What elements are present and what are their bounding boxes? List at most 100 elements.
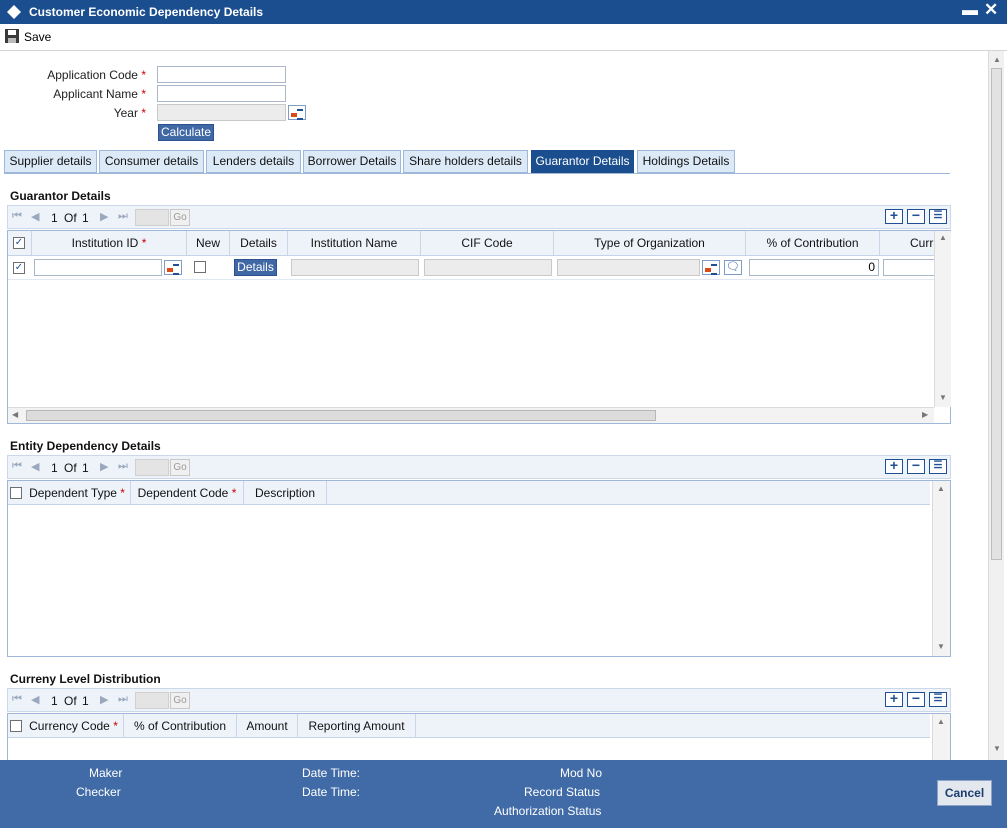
year-label: Year * xyxy=(113,106,146,120)
entity-vertical-scrollbar[interactable]: ▲ ▼ xyxy=(932,481,950,656)
pager-current: 1 xyxy=(51,211,58,225)
next-page-icon[interactable]: ▶ xyxy=(100,210,108,223)
first-page-icon[interactable]: ⏮ xyxy=(12,210,22,223)
next-page-icon[interactable]: ▶ xyxy=(100,460,108,473)
tab-supplier-details[interactable]: Supplier details xyxy=(4,150,97,173)
scroll-down-icon[interactable]: ▼ xyxy=(993,744,1001,753)
details-button[interactable]: Details xyxy=(234,259,277,276)
first-page-icon[interactable]: ⏮ xyxy=(12,693,22,706)
guarantor-horizontal-scrollbar[interactable]: ◀ ▶ xyxy=(8,407,934,423)
minimize-icon[interactable]: ▬ xyxy=(962,2,978,20)
pager-of: Of xyxy=(64,461,77,475)
col-institution-id: Institution ID * xyxy=(32,231,187,255)
single-view-icon[interactable]: ☰ xyxy=(929,209,947,224)
table-row: ✓ Details 🗨 0 xyxy=(8,256,934,280)
close-icon[interactable]: ✕ xyxy=(984,0,998,20)
next-page-icon[interactable]: ▶ xyxy=(100,693,108,706)
select-all-cell: ✓ xyxy=(8,231,32,255)
scroll-up-icon[interactable]: ▲ xyxy=(937,717,945,726)
delete-row-icon[interactable]: − xyxy=(907,208,925,224)
first-page-icon[interactable]: ⏮ xyxy=(12,460,22,473)
select-all-checkbox[interactable] xyxy=(10,720,22,732)
col-type-of-organization: Type of Organization xyxy=(554,231,746,255)
delete-row-icon[interactable]: − xyxy=(907,691,925,707)
guarantor-pager: ⏮ ◀ 1 Of 1 ▶ ⏭ Go + − ☰ xyxy=(7,205,951,229)
cancel-button[interactable]: Cancel xyxy=(937,780,992,806)
organization-lov-icon[interactable] xyxy=(702,260,720,275)
scroll-left-icon[interactable]: ◀ xyxy=(12,410,18,419)
page-vertical-scrollbar[interactable]: ▲ ▼ xyxy=(988,51,1004,760)
delete-row-icon[interactable]: − xyxy=(907,458,925,474)
toolbar: Save xyxy=(0,24,1007,51)
add-row-icon[interactable]: + xyxy=(885,458,903,474)
single-view-icon[interactable]: ☰ xyxy=(929,459,947,474)
contribution-input[interactable]: 0 xyxy=(749,259,879,276)
institution-name-input[interactable] xyxy=(291,259,419,276)
audit-footer: Maker Checker Date Time: Date Time: Mod … xyxy=(0,760,1007,828)
maker-date-time-label: Date Time: xyxy=(302,766,361,780)
currency-input[interactable] xyxy=(883,259,934,276)
title-bar: Customer Economic Dependency Details ▬ ✕ xyxy=(0,0,1007,24)
last-page-icon[interactable]: ⏭ xyxy=(118,693,128,706)
col-details: Details xyxy=(230,231,288,255)
pager-total: 1 xyxy=(82,211,89,225)
go-button[interactable]: Go xyxy=(170,459,190,476)
add-row-icon[interactable]: + xyxy=(885,691,903,707)
last-page-icon[interactable]: ⏭ xyxy=(118,460,128,473)
guarantor-grid: ✓ Institution ID * New Details Instituti… xyxy=(7,230,951,424)
cif-code-input[interactable] xyxy=(424,259,552,276)
applicant-name-input[interactable] xyxy=(157,85,286,102)
prev-page-icon[interactable]: ◀ xyxy=(31,693,39,706)
year-input[interactable] xyxy=(157,104,286,121)
single-view-icon[interactable]: ☰ xyxy=(929,692,947,707)
select-all-cell xyxy=(8,481,24,505)
institution-id-input[interactable] xyxy=(34,259,162,276)
application-code-input[interactable] xyxy=(157,66,286,83)
currency-pager: ⏮ ◀ 1 Of 1 ▶ ⏭ Go + − ☰ xyxy=(7,688,951,712)
prev-page-icon[interactable]: ◀ xyxy=(31,460,39,473)
page-number-input[interactable] xyxy=(135,209,169,226)
tab-share-holders-details[interactable]: Share holders details xyxy=(403,150,528,173)
scroll-down-icon[interactable]: ▼ xyxy=(937,642,945,651)
year-lov-icon[interactable] xyxy=(288,105,306,120)
new-checkbox[interactable] xyxy=(194,261,206,273)
calculate-button[interactable]: Calculate xyxy=(158,124,214,141)
horizontal-scroll-thumb[interactable] xyxy=(26,410,656,421)
page-number-input[interactable] xyxy=(135,459,169,476)
scroll-up-icon[interactable]: ▲ xyxy=(993,55,1001,64)
scroll-right-icon[interactable]: ▶ xyxy=(922,410,928,419)
guarantor-section-title: Guarantor Details xyxy=(10,189,111,203)
last-page-icon[interactable]: ⏭ xyxy=(118,210,128,223)
row-select-checkbox[interactable]: ✓ xyxy=(13,262,25,274)
pager-total: 1 xyxy=(82,461,89,475)
tab-borrower-details[interactable]: Borrower Details xyxy=(303,150,401,173)
prev-page-icon[interactable]: ◀ xyxy=(31,210,39,223)
select-all-checkbox[interactable]: ✓ xyxy=(13,237,25,249)
scroll-up-icon[interactable]: ▲ xyxy=(937,484,945,493)
scroll-up-icon[interactable]: ▲ xyxy=(939,233,947,242)
col-new: New xyxy=(187,231,230,255)
go-button[interactable]: Go xyxy=(170,692,190,709)
scroll-down-icon[interactable]: ▼ xyxy=(939,393,947,402)
select-all-checkbox[interactable] xyxy=(10,487,22,499)
go-button[interactable]: Go xyxy=(170,209,190,226)
tab-lenders-details[interactable]: Lenders details xyxy=(206,150,301,173)
authorization-status-label: Authorization Status xyxy=(494,804,602,818)
entity-section-title: Entity Dependency Details xyxy=(10,439,161,453)
institution-id-lov-icon[interactable] xyxy=(164,260,182,275)
currency-grid-header: Currency Code * % of Contribution Amount… xyxy=(8,714,930,738)
tab-holdings-details[interactable]: Holdings Details xyxy=(637,150,735,173)
page-scroll-thumb[interactable] xyxy=(991,68,1002,560)
col-dependent-code: Dependent Code * xyxy=(131,481,244,505)
guarantor-vertical-scrollbar[interactable]: ▲ ▼ xyxy=(934,231,951,407)
window-diamond-icon xyxy=(7,5,21,19)
maker-label: Maker xyxy=(89,766,123,780)
tab-guarantor-details[interactable]: Guarantor Details xyxy=(531,150,634,173)
col-contribution: % of Contribution xyxy=(746,231,880,255)
tab-consumer-details[interactable]: Consumer details xyxy=(99,150,204,173)
add-row-icon[interactable]: + xyxy=(885,208,903,224)
type-of-organization-input[interactable] xyxy=(557,259,700,276)
comment-icon[interactable]: 🗨 xyxy=(724,260,742,275)
page-number-input[interactable] xyxy=(135,692,169,709)
currency-vertical-scrollbar[interactable]: ▲ xyxy=(932,714,950,761)
